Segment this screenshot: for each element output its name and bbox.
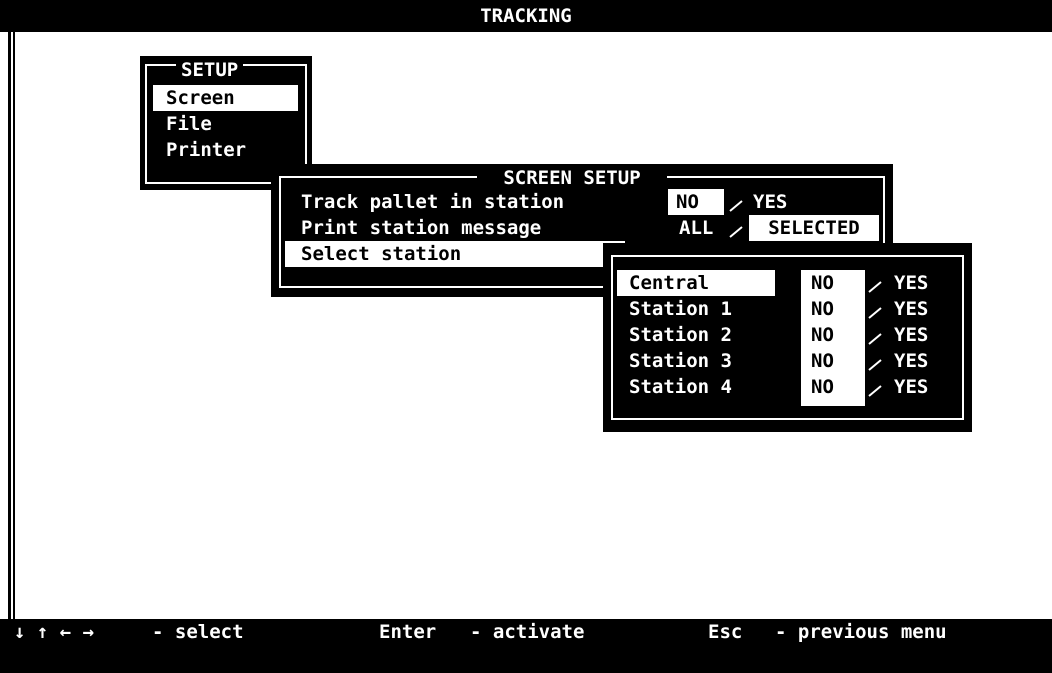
print-message-separator [729, 215, 743, 241]
station-1-separator [868, 296, 882, 322]
slash-icon [868, 307, 882, 319]
slash-icon [729, 226, 743, 238]
footer-bar: ↓ ↑ ← → - select Enter - activate Esc - … [0, 619, 1052, 673]
screen-border-left [8, 32, 11, 619]
print-message-label: Print station message [301, 217, 542, 239]
station-1-yes[interactable]: YES [894, 296, 928, 322]
station-name-3[interactable]: Station 3 [629, 348, 732, 374]
track-pallet-no[interactable]: NO [668, 189, 724, 215]
setup-menu-title: SETUP [176, 57, 244, 83]
station-central-yes[interactable]: YES [894, 270, 928, 296]
station-3-separator [868, 348, 882, 374]
station-name-2[interactable]: Station 2 [629, 322, 732, 348]
slash-icon [868, 359, 882, 371]
slash-icon [868, 281, 882, 293]
select-hint: - select [152, 621, 244, 643]
menu-item-printer[interactable]: Printer [166, 137, 246, 163]
station-2-no[interactable]: NO [801, 322, 865, 348]
station-4-no[interactable]: NO [801, 374, 865, 406]
slash-icon [868, 385, 882, 397]
station-2-yes[interactable]: YES [894, 322, 928, 348]
station-central-no[interactable]: NO [801, 270, 865, 296]
station-3-no[interactable]: NO [801, 348, 865, 374]
track-pallet-separator [729, 189, 743, 215]
app-title: TRACKING [480, 5, 572, 27]
previous-menu-hint: - previous menu [775, 621, 947, 643]
station-window: Central NO YES Station 1 NO YES Station … [603, 243, 972, 432]
print-message-selected[interactable]: SELECTED [749, 215, 879, 241]
slash-icon [868, 333, 882, 345]
track-pallet-label: Track pallet in station [301, 191, 565, 213]
station-name-central[interactable]: Central [617, 270, 775, 296]
station-2-separator [868, 322, 882, 348]
print-message-all[interactable]: ALL [679, 215, 713, 241]
station-4-yes[interactable]: YES [894, 374, 928, 400]
activate-hint: - activate [470, 621, 585, 643]
screen-border-left-inner [13, 32, 15, 619]
station-name-4[interactable]: Station 4 [629, 374, 732, 400]
menu-item-screen[interactable]: Screen [153, 85, 298, 111]
title-bar: TRACKING [0, 0, 1052, 32]
select-station-item[interactable]: Select station [285, 241, 625, 267]
esc-key-label: Esc [708, 621, 743, 643]
station-4-separator [868, 374, 882, 400]
menu-item-file[interactable]: File [166, 111, 212, 137]
station-1-no[interactable]: NO [801, 296, 865, 322]
screen-setup-title: SCREEN SETUP [477, 165, 667, 191]
slash-icon [729, 200, 743, 212]
station-central-separator [868, 270, 882, 296]
station-3-yes[interactable]: YES [894, 348, 928, 374]
enter-key-label: Enter [379, 621, 437, 643]
track-pallet-yes[interactable]: YES [753, 189, 787, 215]
arrow-keys-hint: ↓ ↑ ← → [14, 621, 95, 643]
station-name-1[interactable]: Station 1 [629, 296, 732, 322]
